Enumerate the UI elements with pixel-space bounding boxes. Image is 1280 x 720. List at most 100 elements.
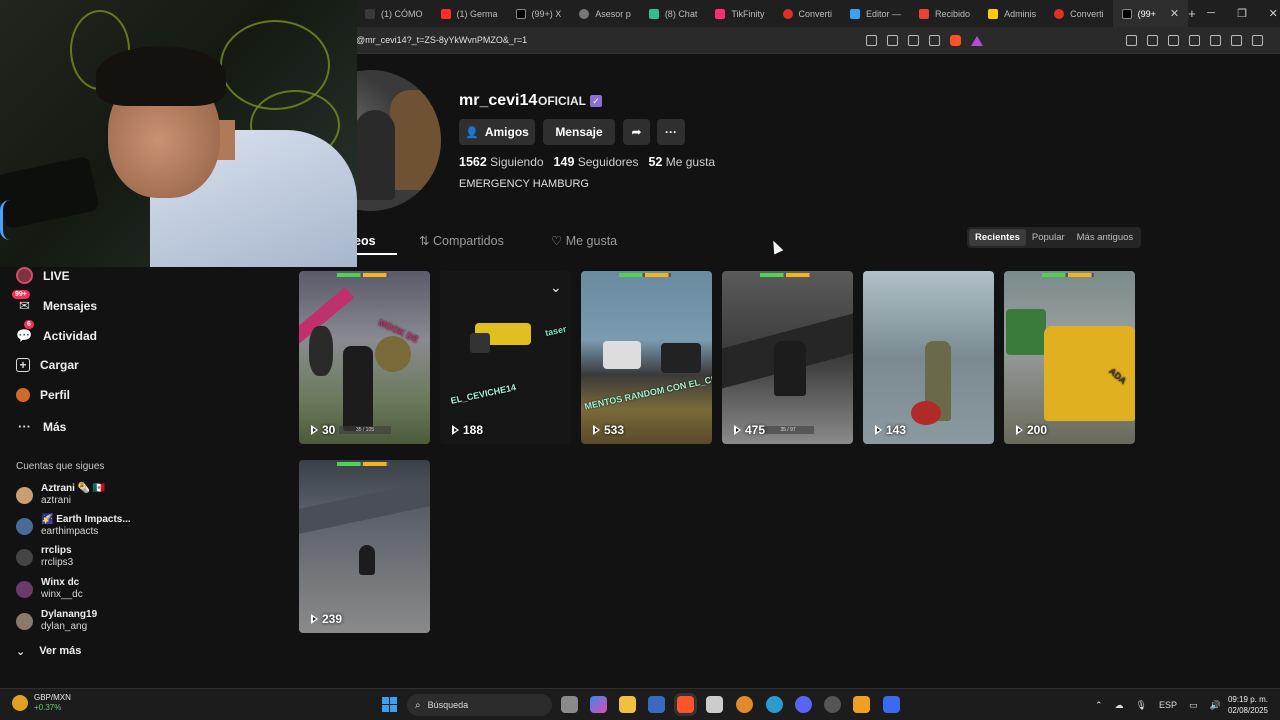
reader-icon[interactable] [866, 35, 877, 46]
sidebar-item-profile[interactable]: Perfil [16, 388, 70, 402]
tab-shared[interactable]: ⇅ Compartidos [419, 233, 504, 248]
store-icon[interactable] [648, 696, 665, 713]
media-icon[interactable] [1147, 35, 1158, 46]
sort-popular[interactable]: Popular [1026, 229, 1071, 246]
avatar [16, 486, 33, 504]
ammo-counter: 35 / 97 [762, 426, 814, 434]
app-icon[interactable] [736, 696, 753, 713]
browser-tab[interactable]: Asesor p [570, 0, 640, 27]
browser-tab[interactable]: Recibido [910, 0, 979, 27]
following-account[interactable]: Winx dc winx__dc [16, 577, 83, 601]
close-window-icon[interactable]: ✕ [1258, 7, 1280, 20]
tab-videos[interactable]: eos [354, 233, 397, 255]
brave-rewards-icon[interactable] [971, 35, 983, 46]
stat-following[interactable]: 1562 Siguiendo [459, 155, 544, 169]
game-hud [760, 273, 812, 277]
discord-icon[interactable] [795, 696, 812, 713]
stat-followers[interactable]: 149 Seguidores [554, 155, 639, 169]
language-indicator[interactable]: ESP [1159, 700, 1177, 710]
following-account[interactable]: 🌠 Earth Impacts... earthimpacts [16, 514, 131, 538]
ammo-counter: 35 / 105 [339, 426, 391, 434]
tiktok-icon [1121, 8, 1132, 19]
sidebar-icon[interactable] [1168, 35, 1179, 46]
menu-icon[interactable] [1252, 35, 1263, 46]
following-title: Cuentas que sigues [16, 461, 105, 472]
more-icon: ··· [665, 125, 677, 139]
taskbar-search[interactable]: ⌕ Búsqueda [407, 694, 552, 716]
browser-tab[interactable]: Converti [774, 0, 842, 27]
maximize-icon[interactable]: ❐ [1227, 7, 1258, 20]
video-card[interactable]: MENTOS RANDOM CON EL_CEVIC 533 [581, 271, 712, 444]
sidebar-item-activity[interactable]: 💬 6 Actividad [16, 320, 97, 344]
task-view-icon[interactable] [561, 696, 578, 713]
sort-recent[interactable]: Recientes [969, 229, 1026, 246]
browser-tab[interactable]: (1) CÓMO [356, 0, 432, 27]
share-button[interactable]: ➦ [623, 119, 650, 145]
browser-tab[interactable]: (1) Germa [432, 0, 507, 27]
sidebar-item-live[interactable]: LIVE [16, 267, 70, 284]
tab-liked[interactable]: ♡ Me gusta [551, 233, 617, 248]
cloud-icon[interactable]: ☁ [1115, 700, 1124, 711]
game-hud [1042, 273, 1094, 277]
translate-icon[interactable] [908, 35, 919, 46]
brave-icon[interactable] [677, 696, 694, 713]
leo-ai-icon[interactable] [1210, 35, 1221, 46]
screenshot-icon[interactable] [1126, 35, 1137, 46]
stock-widget[interactable]: GBP/MXN +0.37% [12, 693, 71, 713]
file-explorer-icon[interactable] [619, 696, 636, 713]
browser-tab[interactable]: Editor — [841, 0, 910, 27]
close-tab-icon[interactable]: ✕ [1170, 7, 1179, 20]
webcam-overlay [0, 0, 357, 267]
view-count: 475 [734, 423, 765, 437]
browser-tab[interactable]: (99+) X [507, 0, 571, 27]
sidebar-item-upload[interactable]: + Cargar [16, 358, 79, 372]
message-button[interactable]: Mensaje [543, 119, 615, 145]
brave-shields-icon[interactable] [950, 35, 961, 46]
url-text[interactable]: @mr_cevi14?_t=ZS-8yYkWvnPMZO&_r=1 [356, 35, 527, 45]
steam-icon[interactable] [824, 696, 841, 713]
browser-tab[interactable]: Adminis [979, 0, 1045, 27]
video-card[interactable]: MOOK DE 35 / 105 30 [299, 271, 430, 444]
sort-oldest[interactable]: Más antiguos [1071, 229, 1140, 246]
chevron-up-icon[interactable]: ⌃ [1095, 700, 1103, 711]
search-icon: ⌕ [415, 699, 421, 711]
following-account[interactable]: Dylanang19 dylan_ang [16, 609, 97, 633]
app-icon[interactable] [853, 696, 870, 713]
app-icon[interactable] [883, 696, 900, 713]
more-button[interactable]: ··· [657, 119, 685, 145]
video-card[interactable]: 239 [299, 460, 430, 633]
sidebar-item-more[interactable]: ··· Más [16, 418, 66, 435]
game-hud [619, 273, 671, 277]
browser-tab[interactable]: TikFinity [706, 0, 773, 27]
see-more-link[interactable]: ⌄ Ver más [16, 645, 81, 658]
mic-icon[interactable]: 🎙 [1136, 700, 1147, 711]
edge-icon[interactable] [766, 696, 783, 713]
following-account[interactable]: rrclips rrclips3 [16, 545, 73, 569]
profile-avatar [357, 70, 441, 211]
video-card[interactable]: 143 [863, 271, 994, 444]
view-count: 30 [311, 423, 335, 437]
following-account[interactable]: Aztrani 🌯 🇲🇽 aztrani [16, 483, 105, 507]
windows-icon[interactable] [382, 697, 397, 712]
app-icon[interactable] [706, 696, 723, 713]
clock[interactable]: 09:19 p. m. 02/08/2025 [1220, 694, 1268, 716]
game-hud [337, 273, 389, 277]
video-card[interactable]: 35 / 97 475 [722, 271, 853, 444]
video-card[interactable]: ⌄ taser EL_CEVICHE14 188 [440, 271, 571, 444]
browser-tab-active[interactable]: (99+ ✕ [1112, 0, 1189, 27]
sidebar-item-messages[interactable]: ✉ 99+ Mensajes [12, 290, 97, 314]
new-tab-button[interactable]: + [1188, 6, 1196, 21]
video-card[interactable]: ADA 200 [1004, 271, 1135, 444]
network-icon[interactable]: ▭ [1189, 700, 1198, 711]
copilot-icon[interactable] [590, 696, 607, 713]
cast-icon[interactable] [887, 35, 898, 46]
vpn-icon[interactable] [1231, 35, 1242, 46]
sort-selector: Recientes Popular Más antiguos [967, 227, 1142, 248]
play-icon [311, 614, 318, 624]
minimize-icon[interactable]: ─ [1196, 7, 1227, 20]
share-page-icon[interactable] [929, 35, 940, 46]
browser-tab[interactable]: (8) Chat [640, 0, 707, 27]
friends-button[interactable]: 👤 Amigos [459, 119, 535, 145]
wallet-icon[interactable] [1189, 35, 1200, 46]
browser-tab[interactable]: Converti [1045, 0, 1113, 27]
